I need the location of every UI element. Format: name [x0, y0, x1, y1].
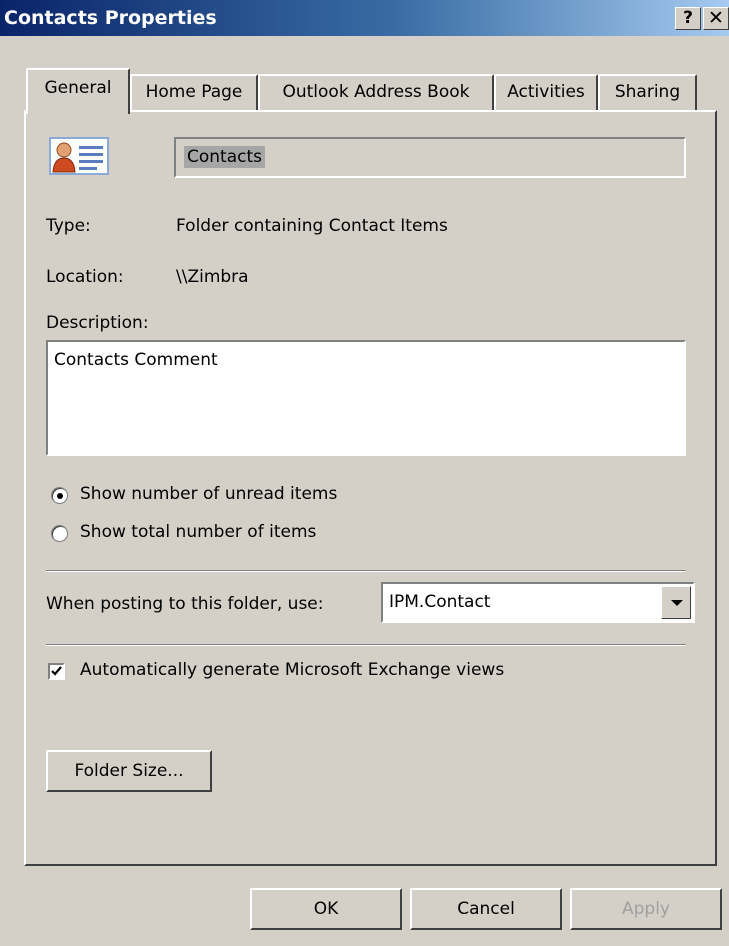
- tab-general[interactable]: General: [26, 68, 130, 114]
- ok-button[interactable]: OK: [250, 888, 402, 930]
- tab-activities[interactable]: Activities: [494, 74, 598, 111]
- close-button[interactable]: ✕: [703, 7, 729, 30]
- radio-show-total[interactable]: [51, 525, 68, 542]
- tab-home-page[interactable]: Home Page: [130, 74, 258, 111]
- title-bar[interactable]: Contacts Properties ? ✕: [0, 0, 729, 36]
- radio-show-total-label[interactable]: Show total number of items: [80, 522, 316, 542]
- tab-outlook-address-book[interactable]: Outlook Address Book: [258, 74, 494, 111]
- help-button[interactable]: ?: [675, 7, 701, 30]
- description-textarea[interactable]: Contacts Comment: [46, 340, 686, 456]
- apply-button[interactable]: Apply: [570, 888, 722, 930]
- cancel-button[interactable]: Cancel: [410, 888, 562, 930]
- posting-form-value: IPM.Contact: [389, 592, 491, 612]
- tab-sharing[interactable]: Sharing: [598, 74, 697, 111]
- description-value: Contacts Comment: [54, 350, 218, 370]
- radio-show-unread[interactable]: [51, 487, 68, 504]
- auto-views-label[interactable]: Automatically generate Microsoft Exchang…: [80, 660, 504, 680]
- type-label: Type:: [46, 216, 91, 236]
- chevron-down-icon[interactable]: [661, 586, 691, 619]
- contact-card-icon: [48, 136, 110, 176]
- location-label: Location:: [46, 267, 124, 287]
- type-value: Folder containing Contact Items: [176, 216, 448, 236]
- checkmark-icon: [51, 666, 62, 676]
- folder-name-value: Contacts: [184, 146, 265, 168]
- radio-show-unread-label[interactable]: Show number of unread items: [80, 484, 337, 504]
- auto-views-checkbox[interactable]: [48, 663, 65, 680]
- location-value: \\Zimbra: [176, 267, 249, 287]
- posting-form-select[interactable]: IPM.Contact: [381, 582, 695, 623]
- description-label: Description:: [46, 313, 149, 333]
- separator: [46, 570, 686, 572]
- folder-size-button[interactable]: Folder Size...: [46, 750, 212, 792]
- window-title: Contacts Properties: [4, 7, 217, 29]
- radio-selected-dot: [57, 493, 63, 499]
- separator: [46, 644, 686, 646]
- folder-name-field[interactable]: Contacts: [174, 137, 686, 178]
- posting-label: When posting to this folder, use:: [46, 594, 324, 614]
